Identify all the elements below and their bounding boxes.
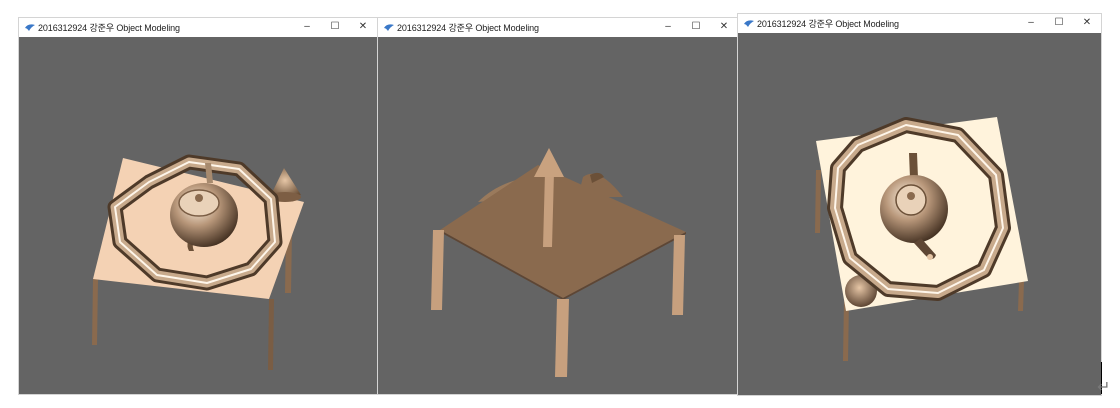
minimize-icon[interactable]: – xyxy=(299,20,315,34)
close-icon[interactable]: ✕ xyxy=(1079,16,1095,30)
minimize-icon[interactable]: – xyxy=(1023,16,1039,30)
window-titlebar[interactable]: 2016312924 강준우 Object Modeling – ☐ ✕ xyxy=(738,14,1101,33)
close-icon[interactable]: ✕ xyxy=(355,20,371,34)
window-title: 2016312924 강준우 Object Modeling xyxy=(397,23,539,33)
scene-canvas xyxy=(431,148,686,377)
maximize-icon[interactable]: ☐ xyxy=(688,20,704,34)
scene-canvas xyxy=(815,117,1028,361)
return-mark-icon: ↵ xyxy=(1097,379,1111,396)
app-window-2: 2016312924 강준우 Object Modeling – ☐ ✕ xyxy=(377,17,739,395)
table-underside xyxy=(440,165,686,298)
window-title: 2016312924 강준우 Object Modeling xyxy=(757,19,899,29)
minimize-icon[interactable]: – xyxy=(660,20,676,34)
app-icon xyxy=(744,20,754,27)
window-title: 2016312924 강준우 Object Modeling xyxy=(38,23,180,33)
render-viewport xyxy=(378,37,738,394)
app-icon xyxy=(384,24,394,31)
window-titlebar[interactable]: 2016312924 강준우 Object Modeling – ☐ ✕ xyxy=(378,18,738,37)
maximize-icon[interactable]: ☐ xyxy=(1051,16,1067,30)
scene-canvas xyxy=(92,154,304,370)
window-titlebar[interactable]: 2016312924 강준우 Object Modeling – ☐ ✕ xyxy=(19,18,377,37)
cone-tip xyxy=(534,148,564,177)
app-window-3: 2016312924 강준우 Object Modeling – ☐ ✕ xyxy=(737,13,1102,396)
app-icon xyxy=(25,24,35,31)
maximize-icon[interactable]: ☐ xyxy=(327,20,343,34)
close-icon[interactable]: ✕ xyxy=(716,20,732,34)
render-viewport xyxy=(738,33,1101,395)
render-viewport xyxy=(19,37,377,394)
app-window-1: 2016312924 강준우 Object Modeling – ☐ ✕ xyxy=(18,17,378,395)
